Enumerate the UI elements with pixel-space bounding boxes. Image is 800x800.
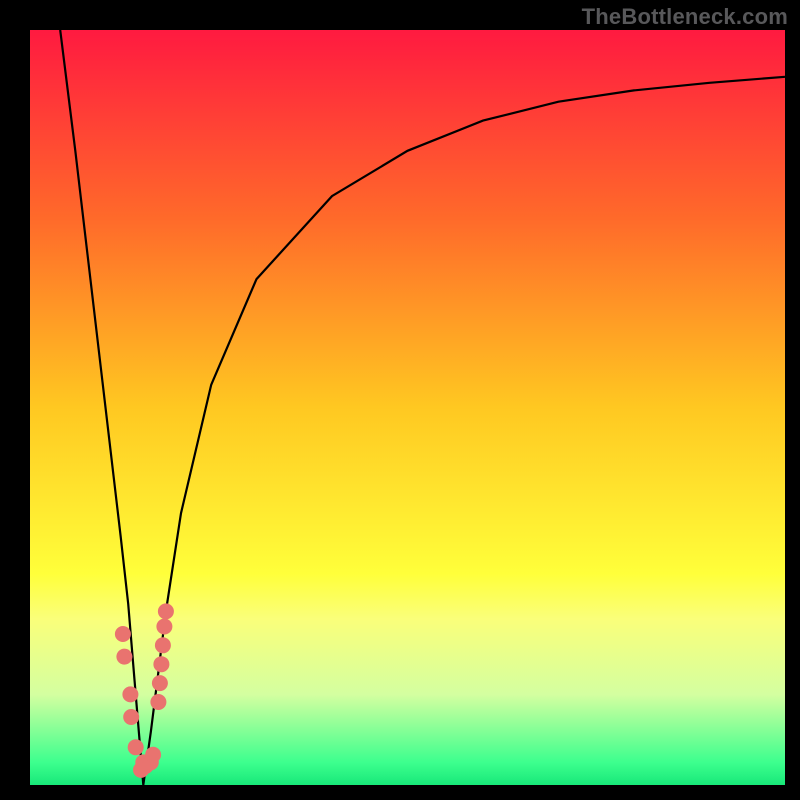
- marker-dot: [158, 603, 174, 619]
- marker-dot: [122, 686, 138, 702]
- marker-dot: [153, 656, 169, 672]
- marker-dot: [155, 637, 171, 653]
- marker-dot: [156, 619, 172, 635]
- marker-dot: [116, 649, 132, 665]
- marker-dot: [115, 626, 131, 642]
- chart-background: [30, 30, 785, 785]
- marker-dot: [150, 694, 166, 710]
- marker-dot: [152, 675, 168, 691]
- chart-plot-area: [30, 30, 785, 785]
- marker-dot: [145, 747, 161, 763]
- marker-dot: [128, 739, 144, 755]
- marker-dot: [123, 709, 139, 725]
- watermark-text: TheBottleneck.com: [582, 4, 788, 30]
- bottleneck-chart: [30, 30, 785, 785]
